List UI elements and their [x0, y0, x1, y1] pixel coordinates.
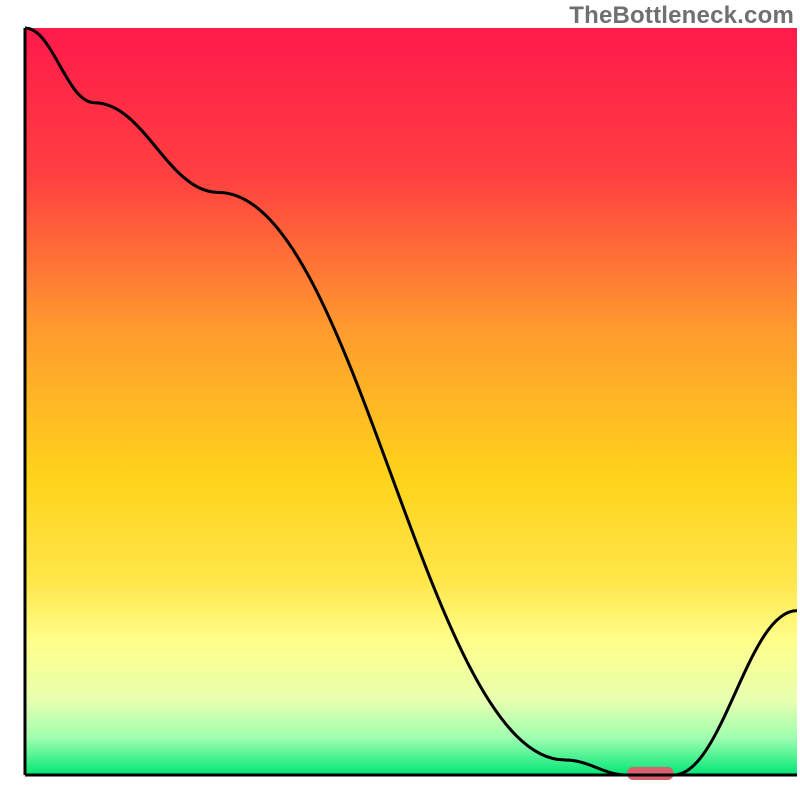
chart-container: { "watermark": "TheBottleneck.com", "cha… [0, 0, 800, 800]
plot-background [25, 28, 797, 775]
bottleneck-chart [0, 0, 800, 800]
